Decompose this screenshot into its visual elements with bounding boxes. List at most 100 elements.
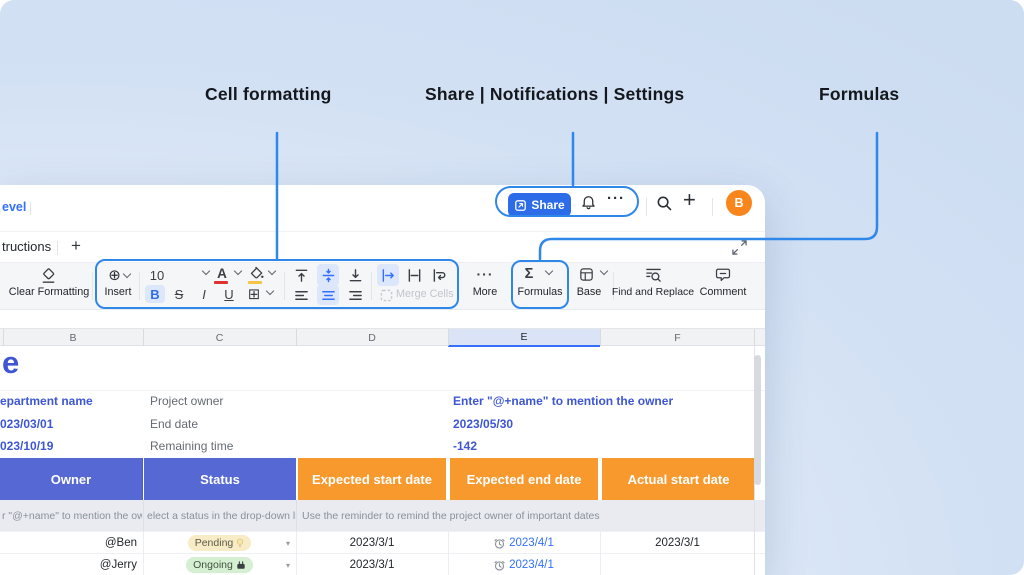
gridline — [600, 531, 601, 575]
eraser-icon — [40, 268, 57, 285]
annotation-cell-formatting: Cell formatting — [205, 84, 331, 105]
clear-formatting-button[interactable] — [38, 266, 58, 286]
cell-end-date-value[interactable]: 2023/05/30 — [453, 417, 513, 431]
table-header-expected-start[interactable]: Expected start date — [298, 458, 446, 500]
column-header-b[interactable]: B — [3, 329, 143, 346]
table-header-expected-end[interactable]: Expected end date — [450, 458, 598, 500]
cell-actual-start[interactable] — [600, 554, 755, 575]
column-header-f[interactable]: F — [600, 329, 755, 346]
base-button[interactable] — [577, 265, 595, 283]
search-button[interactable] — [656, 195, 673, 212]
row-separator — [0, 390, 765, 391]
cell-department-name[interactable]: epartment name — [0, 394, 93, 408]
cell-actual-start[interactable]: 2023/3/1 — [600, 532, 755, 554]
base-dropdown[interactable] — [598, 271, 607, 274]
cell-expected-start[interactable]: 2023/3/1 — [296, 532, 448, 554]
cell-mention-hint[interactable]: Enter "@+name" to mention the owner — [453, 394, 673, 408]
cell-status[interactable]: Ongoing — [143, 554, 296, 575]
find-replace-button[interactable] — [643, 265, 663, 285]
gridline — [3, 329, 4, 346]
table-header-owner[interactable]: Owner — [0, 458, 143, 500]
cell-project-owner[interactable]: Project owner — [150, 394, 223, 408]
more-icon: ··· — [477, 266, 494, 282]
divider — [92, 272, 93, 300]
vertical-scrollbar[interactable] — [754, 355, 761, 485]
divider — [57, 241, 58, 255]
table-row: @Ben Pending ▾ 2023/3/1 2023/4/1 — [0, 531, 765, 553]
cell-owner[interactable]: @Jerry — [0, 554, 143, 575]
tutorial-graphic: Cell formatting Share | Notifications | … — [0, 0, 1024, 575]
cell-expected-end[interactable]: 2023/4/1 — [448, 532, 600, 554]
column-header-d[interactable]: D — [296, 329, 448, 346]
annotation-share-notifications-settings: Share | Notifications | Settings — [425, 84, 684, 105]
dropdown-arrow-icon[interactable]: ▾ — [286, 539, 290, 548]
gridline — [448, 531, 449, 575]
plus-icon: + — [683, 187, 696, 213]
gridline — [296, 329, 297, 346]
document-title[interactable]: evel — [2, 200, 26, 214]
hint-status: elect a status in the drop-down li — [147, 500, 296, 531]
table-header-actual-start[interactable]: Actual start date — [602, 458, 755, 500]
annotation-formulas: Formulas — [819, 84, 899, 105]
column-header-e-selected[interactable]: E — [448, 329, 600, 347]
cell-owner[interactable]: @Ben — [0, 532, 143, 554]
status-label: Pending — [195, 537, 234, 549]
gridline — [600, 329, 601, 346]
callout-box-formulas — [511, 260, 569, 309]
hint-owner: r "@+name" to mention the ow — [2, 500, 142, 531]
clear-formatting-label[interactable]: Clear Formatting — [4, 286, 94, 298]
reminder-date-link[interactable]: 2023/4/1 — [509, 537, 554, 549]
tab-instructions[interactable]: tructions — [2, 239, 51, 254]
gridline — [296, 500, 297, 531]
cell-expected-start[interactable]: 2023/3/1 — [296, 554, 448, 575]
table-header-status[interactable]: Status — [144, 458, 296, 500]
status-badge[interactable]: Pending — [188, 535, 252, 551]
expand-icon — [732, 240, 747, 255]
find-replace-label[interactable]: Find and Replace — [610, 286, 696, 298]
table-row: @Jerry Ongoing ▾ 2023/3/1 2023/4/1 — [0, 553, 765, 575]
find-replace-icon — [645, 267, 662, 284]
cell-end-date-label[interactable]: End date — [150, 417, 198, 431]
add-sheet-button[interactable]: + — [71, 236, 81, 256]
callout-box-cell-formatting — [95, 259, 459, 309]
expand-toolbar-button[interactable] — [732, 240, 747, 255]
avatar-initial: B — [734, 196, 743, 210]
cell-status[interactable]: Pending — [143, 532, 296, 554]
reminder-date-link[interactable]: 2023/4/1 — [509, 559, 554, 571]
gridline — [143, 500, 144, 531]
gridline — [448, 329, 449, 346]
chevron-down-icon — [600, 267, 608, 275]
dropdown-arrow-icon[interactable]: ▾ — [286, 561, 290, 570]
more-tools-button[interactable]: ··· — [468, 265, 502, 283]
create-new-button[interactable]: + — [683, 187, 696, 213]
column-header-c[interactable]: C — [143, 329, 296, 346]
cell-remaining-time-value[interactable]: -142 — [453, 439, 477, 453]
gridline — [143, 329, 144, 346]
cell-date-2[interactable]: 023/10/19 — [0, 439, 53, 453]
base-label[interactable]: Base — [569, 286, 609, 298]
base-icon — [579, 267, 594, 282]
gridline — [754, 329, 755, 346]
gridline — [143, 531, 144, 575]
reminder-clock-icon — [494, 538, 505, 549]
cell-expected-end[interactable]: 2023/4/1 — [448, 554, 600, 575]
comment-button[interactable] — [713, 265, 733, 285]
status-badge[interactable]: Ongoing — [186, 557, 253, 573]
comment-label[interactable]: Comment — [697, 286, 749, 298]
window-header: evel Share ··· — [0, 185, 765, 232]
more-label[interactable]: More — [465, 286, 505, 298]
reminder-clock-icon — [494, 560, 505, 571]
bulb-icon — [236, 538, 244, 548]
cell-start-date[interactable]: 023/03/01 — [0, 417, 53, 431]
divider — [646, 198, 647, 216]
status-label: Ongoing — [193, 559, 233, 571]
ongoing-icon — [236, 561, 246, 570]
column-header-row: B C D E F — [0, 328, 765, 346]
avatar[interactable]: B — [726, 190, 752, 216]
search-icon — [656, 195, 673, 212]
sheet-title-fragment: e — [2, 345, 19, 381]
gridline — [296, 531, 297, 575]
hint-row: r "@+name" to mention the ow elect a sta… — [0, 500, 765, 531]
cell-remaining-time-label[interactable]: Remaining time — [150, 439, 233, 453]
app-window: evel Share ··· — [0, 185, 765, 575]
